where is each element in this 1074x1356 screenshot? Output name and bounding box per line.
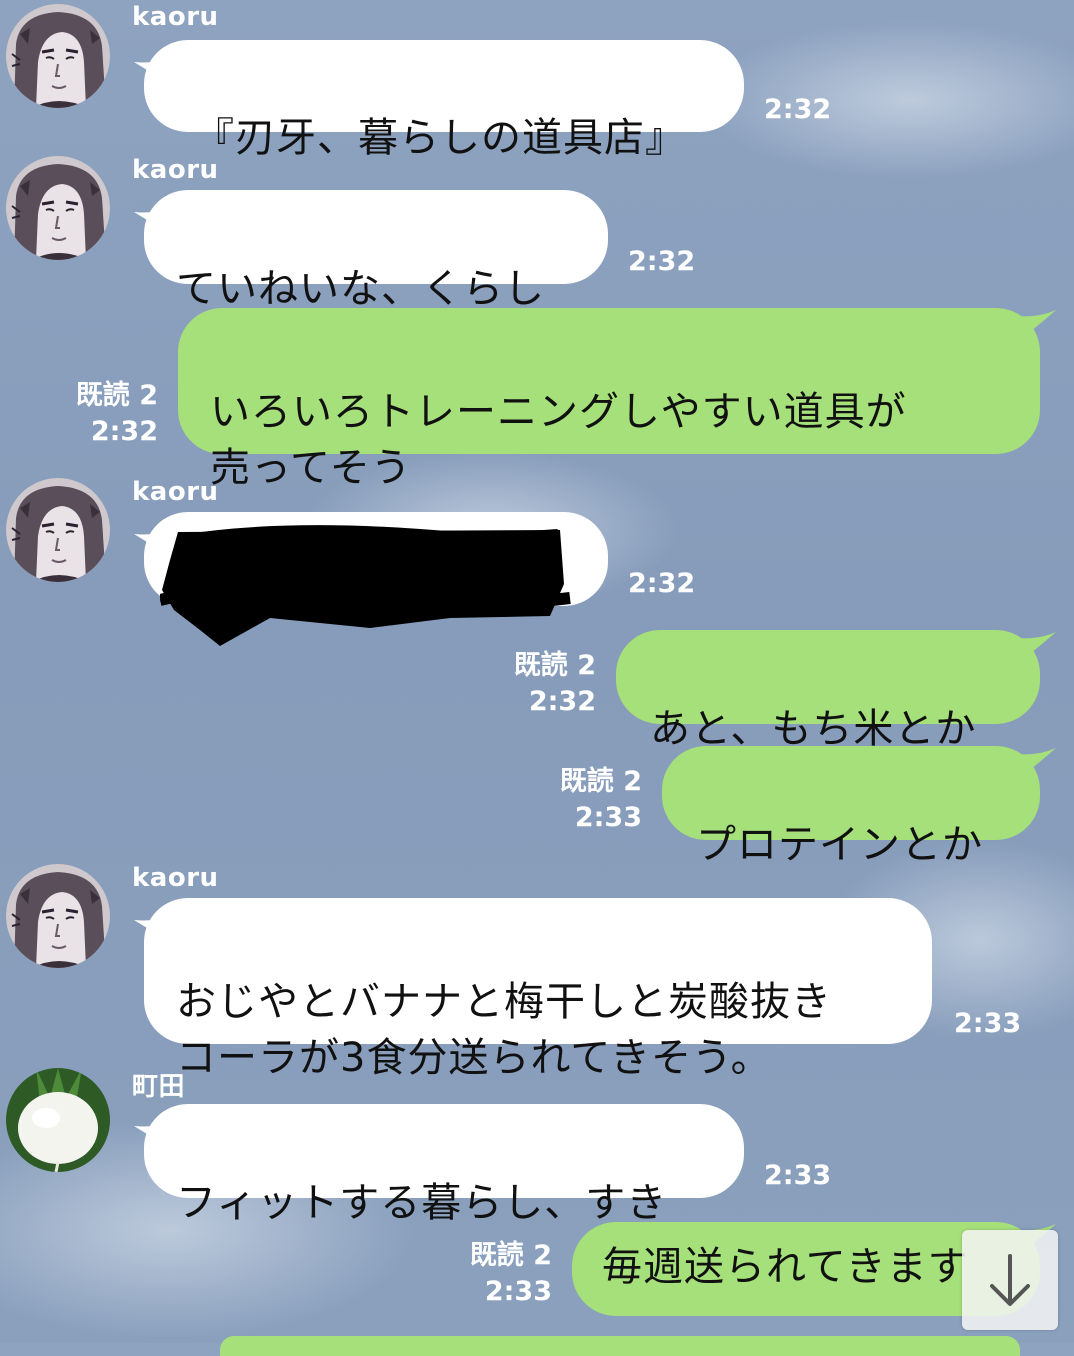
message-text: 毎週送られてきます	[602, 1244, 969, 1290]
message-text: ていねいな、くらし	[176, 266, 545, 312]
anime-portrait-icon	[6, 156, 110, 260]
sender-name: kaoru	[132, 2, 219, 32]
message-bubble[interactable]: プロテインとか	[662, 746, 1040, 868]
message-text: おじやとバナナと梅干しと炭酸抜き コーラが3食分送られてきそう。	[176, 979, 832, 1081]
message-bubble[interactable]: いろいろトレーニングしやすい道具が 売ってそう	[178, 308, 1040, 491]
read-receipt: 既読 2	[559, 766, 642, 797]
read-receipt: 既読 2	[469, 1240, 552, 1271]
message-time: 2:32	[90, 416, 158, 447]
anime-portrait-icon	[6, 4, 110, 108]
message-time: 2:32	[528, 686, 596, 717]
kaoru-avatar[interactable]	[6, 4, 110, 108]
message-time: 2:33	[574, 802, 642, 833]
read-status: 既読 2 2:32	[40, 378, 158, 450]
read-receipt: 既読 2	[513, 650, 596, 681]
read-status: 既読 2 2:32	[470, 648, 596, 720]
kaoru-avatar[interactable]	[6, 156, 110, 260]
message-text: 『刃牙、暮らしの道具店』	[194, 115, 686, 161]
message-time: 2:33	[764, 1160, 832, 1191]
kaoru-avatar[interactable]	[6, 478, 110, 582]
message-text: いろいろトレーニングしやすい道具が 売ってそう	[210, 389, 907, 491]
sender-name: kaoru	[132, 477, 219, 507]
sender-name: kaoru	[132, 155, 219, 185]
sender-name: 町田	[132, 1072, 186, 1102]
message-bubble[interactable]: あと、もち米とか	[616, 630, 1040, 752]
bubble-tail	[1016, 748, 1056, 778]
message-time: 2:33	[954, 1008, 1022, 1039]
anime-portrait-icon	[6, 478, 110, 582]
message-time: 2:32	[628, 568, 696, 599]
read-status: 既読 2 2:33	[426, 1238, 552, 1310]
next-message-edge	[220, 1336, 1020, 1356]
read-receipt: 既読 2	[75, 380, 158, 411]
anime-portrait-icon	[6, 864, 110, 968]
redaction-scribble	[160, 525, 571, 646]
kaoru-avatar[interactable]	[6, 864, 110, 968]
scroll-to-bottom-button[interactable]	[962, 1230, 1058, 1330]
bubble-tail	[1016, 310, 1056, 340]
message-time: 2:32	[628, 246, 696, 277]
message-bubble[interactable]: ていねいな、くらし	[144, 190, 608, 312]
machida-avatar[interactable]	[6, 1068, 110, 1172]
message-text: プロテインとか	[696, 822, 983, 868]
sender-name: kaoru	[132, 863, 219, 893]
message-text: フィットする暮らし、すき	[176, 1180, 668, 1226]
bubble-tail	[1016, 632, 1056, 662]
message-time: 2:32	[764, 94, 832, 125]
message-bubble[interactable]: おじやとバナナと梅干しと炭酸抜き コーラが3食分送られてきそう。	[144, 898, 932, 1081]
message-bubble[interactable]: 『刃牙、暮らしの道具店』	[144, 40, 744, 161]
message-bubble[interactable]: フィットする暮らし、すき	[144, 1104, 744, 1226]
read-status: 既読 2 2:33	[516, 764, 642, 836]
arrow-down-icon	[990, 1254, 1030, 1306]
message-time: 2:33	[484, 1276, 552, 1307]
turnip-icon	[6, 1068, 110, 1172]
